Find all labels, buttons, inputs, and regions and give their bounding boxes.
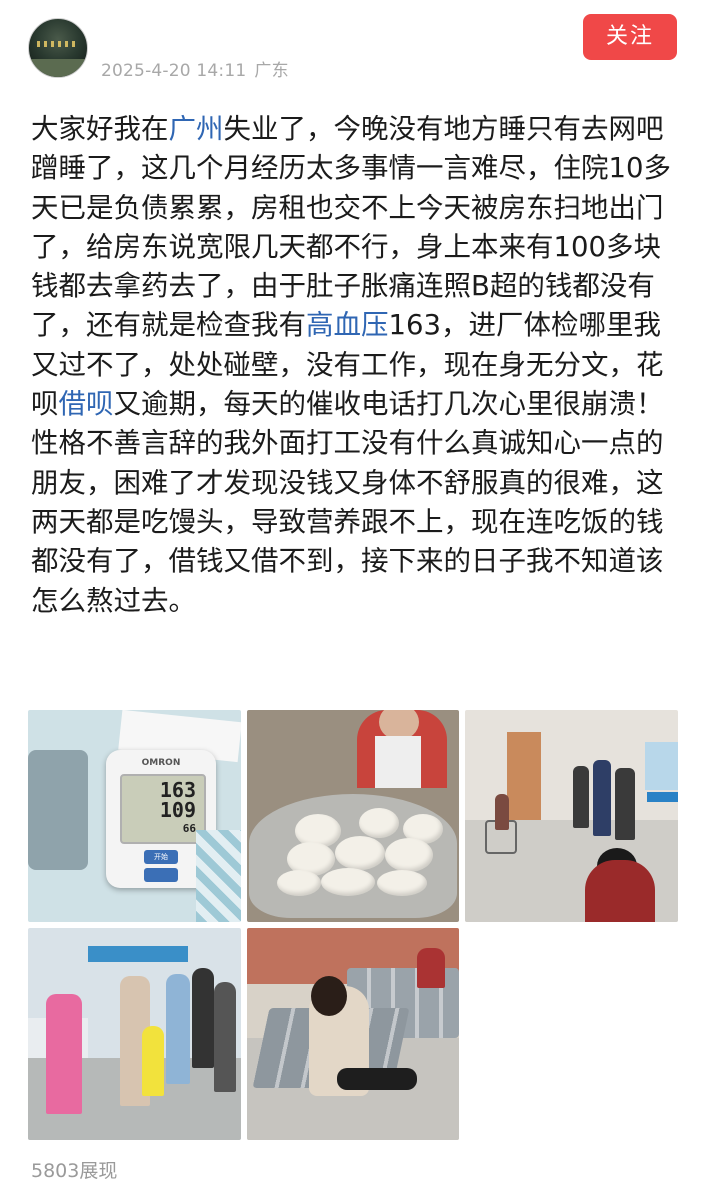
bp-pulse: 66 (182, 822, 196, 835)
post-link[interactable]: 借呗 (59, 388, 114, 420)
post-link[interactable]: 高血压 (306, 309, 389, 341)
photo-waiting-seats[interactable] (247, 928, 459, 1140)
bp-start-button: 开始 (144, 850, 178, 864)
bp-screen: 163 109 66 (120, 774, 206, 844)
post-text-segment: 又逾期，每天的催收电话打几次心里很崩溃！性格不善言辞的我外面打工没有什么真诚知心… (31, 388, 664, 617)
woman-hair (311, 976, 347, 1016)
bun (335, 836, 385, 870)
person (166, 974, 190, 1084)
post-text-segment: 大家好我在 (31, 113, 169, 145)
photo-registration-hall[interactable] (28, 928, 241, 1140)
bun (359, 808, 399, 838)
post-link[interactable]: 广州 (169, 113, 224, 145)
avatar[interactable] (28, 18, 88, 78)
hall-banner (88, 946, 188, 962)
photo-hospital-corridor[interactable] (465, 710, 678, 922)
follow-button[interactable]: 关注 (583, 14, 677, 60)
girl-in-foreground (585, 860, 655, 922)
post-body: 大家好我在广州失业了，今晚没有地方睡只有去网吧蹭睡了，这几个月经历太多事情一言难… (31, 110, 687, 621)
bun (385, 838, 433, 872)
person (46, 994, 82, 1114)
bp-brand: OMRON (141, 758, 181, 768)
avatar-ground (29, 59, 87, 77)
bun (321, 868, 375, 896)
post-location: 广东 (254, 61, 289, 81)
avatar-lights (37, 41, 79, 47)
person (615, 768, 635, 840)
bp-diastolic: 109 (159, 798, 196, 822)
person (417, 948, 445, 988)
post-date: 2025-4-20 14:11 (101, 61, 247, 81)
woman-legs (337, 1068, 417, 1090)
person (593, 760, 611, 836)
person (214, 982, 236, 1092)
post-meta: 2025-4-20 14:11 广东 (101, 56, 289, 81)
cuff (28, 750, 88, 870)
view-count: 5803展现 (31, 1160, 118, 1182)
wall-sign (645, 742, 678, 790)
post-text-segment: 失业了，今晚没有地方睡只有去网吧蹭睡了，这几个月经历太多事情一言难尽，住院10多… (31, 113, 671, 342)
photo-blood-pressure-monitor[interactable]: OMRON 163 109 66 开始 (28, 710, 241, 922)
child (142, 1026, 164, 1096)
person (495, 794, 509, 830)
photo-steamed-buns[interactable] (247, 710, 459, 922)
person (192, 968, 214, 1068)
person (573, 766, 589, 828)
corridor-door (507, 732, 541, 820)
department-sign (647, 792, 678, 802)
bp-second-button (144, 868, 178, 882)
vendor-apron (375, 736, 421, 788)
bun (277, 870, 321, 896)
mosaic-blur (196, 830, 241, 922)
bun (377, 870, 427, 896)
